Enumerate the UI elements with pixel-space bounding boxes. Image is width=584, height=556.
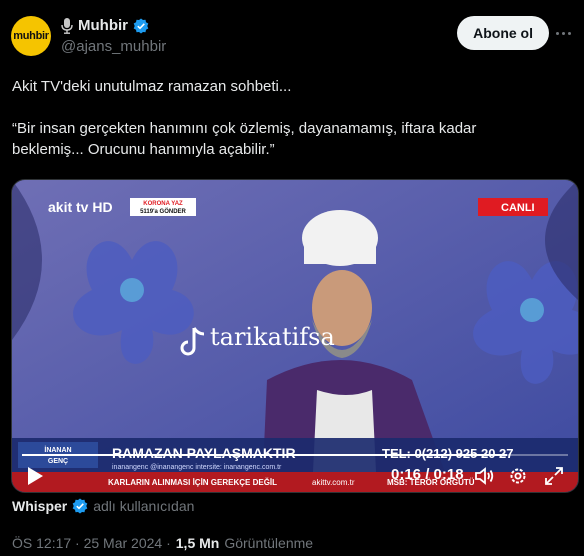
fullscreen-icon[interactable] [544,466,564,486]
tweet-quote-line: “Bir insan gerçekten hanımını çok özlemi… [12,120,477,137]
video-frame: akit tv HD KORONA YAZ 5119'a GÖNDER CANL… [12,180,578,492]
corner-badge-line: 5119'a GÖNDER [140,208,186,215]
contributor-note: adlı kullanıcıdan [93,498,195,514]
views-count: 1,5 Mn [175,535,220,551]
channel-logo: akit tv HD [48,199,113,215]
tweet-footer: ÖS 12:17 · 25 Mar 2024 · 1,5 Mn Görüntül… [12,535,313,551]
video-player[interactable]: akit tv HD KORONA YAZ 5119'a GÖNDER CANL… [11,179,579,493]
verified-icon [72,498,88,514]
handle[interactable]: @ajans_muhbir [61,38,166,55]
verified-icon [133,18,149,33]
follow-button[interactable]: Abone ol [457,16,549,50]
settings-icon[interactable] [508,466,528,486]
live-badge: CANLI [501,202,535,214]
video-time: 0:16 / 0:18 [391,466,464,483]
corner-badge-line: KORONA YAZ [143,201,183,207]
play-icon[interactable] [26,466,44,486]
avatar[interactable]: muhbir [11,16,51,56]
progress-bar[interactable] [22,454,568,456]
tweet-quote-line: beklemiş... Orucunu hanımıyla açabilir.” [12,141,275,158]
tweet-text: Akit TV'deki unutulmaz ramazan sohbeti..… [12,76,572,160]
display-name[interactable]: Muhbir [78,17,128,34]
author-name-row: Muhbir [61,17,149,34]
video-controls: 0:16 / 0:18 [12,448,578,492]
more-icon[interactable] [556,26,574,40]
volume-icon[interactable] [474,466,494,486]
progress-fill [22,454,508,456]
timestamp[interactable]: ÖS 12:17 · 25 Mar 2024 · [12,535,171,551]
avatar-text: muhbir [13,30,49,42]
views-label: Görüntülenme [224,535,314,551]
tweet-header: muhbir Muhbir @ajans_muhbir Abone ol [0,0,584,70]
watermark: tarikatifsa [210,323,335,351]
contributor-row: Whisper adlı kullanıcıdan [12,498,194,514]
contributor-name[interactable]: Whisper [12,498,67,514]
mic-icon [61,17,73,34]
tweet-line: Akit TV'deki unutulmaz ramazan sohbeti..… [12,78,292,95]
